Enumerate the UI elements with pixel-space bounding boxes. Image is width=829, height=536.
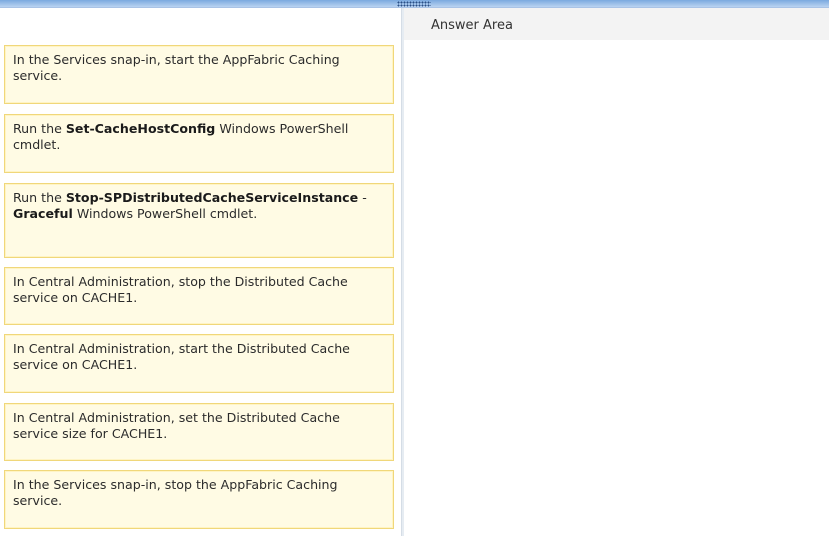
source-pane-header [0, 8, 401, 40]
card-text: In Central Administration, stop the Dist… [13, 274, 348, 305]
card-text: In Central Administration, set the Distr… [13, 410, 340, 441]
card-text: Windows PowerShell cmdlet. [72, 206, 258, 221]
card-stop-spdistributedcache[interactable]: Run the Stop-SPDistributedCacheServiceIn… [4, 183, 394, 258]
card-start-appfabric[interactable]: In the Services snap-in, start the AppFa… [4, 45, 394, 104]
card-set-cachehostconfig[interactable]: Run the Set-CacheHostConfig Windows Powe… [4, 114, 394, 173]
card-text-bold: Stop-SPDistributedCacheServiceInstance [65, 190, 359, 205]
card-text: In Central Administration, start the Dis… [13, 341, 350, 372]
answer-area[interactable]: Answer Area [404, 8, 829, 536]
card-text: - [358, 190, 367, 205]
answer-area-header: Answer Area [404, 8, 829, 40]
card-text-bold: Set-CacheHostConfig [65, 121, 216, 136]
splitter-grip-icon[interactable] [397, 1, 431, 7]
top-splitter-bar [0, 0, 829, 8]
card-ca-start-distributed-cache[interactable]: In Central Administration, start the Dis… [4, 334, 394, 393]
card-text: In the Services snap-in, stop the AppFab… [13, 477, 338, 508]
card-text: Run the [13, 190, 66, 205]
card-stop-appfabric[interactable]: In the Services snap-in, stop the AppFab… [4, 470, 394, 529]
card-ca-stop-distributed-cache[interactable]: In Central Administration, stop the Dist… [4, 267, 394, 325]
card-ca-set-cache-size[interactable]: In Central Administration, set the Distr… [4, 403, 394, 461]
card-text: Run the [13, 121, 66, 136]
drag-drop-question: Answer Area In the Services snap-in, sta… [0, 0, 829, 536]
card-text-bold: Graceful [13, 206, 73, 221]
answer-area-title: Answer Area [431, 18, 513, 33]
card-text: In the Services snap-in, start the AppFa… [13, 52, 340, 83]
